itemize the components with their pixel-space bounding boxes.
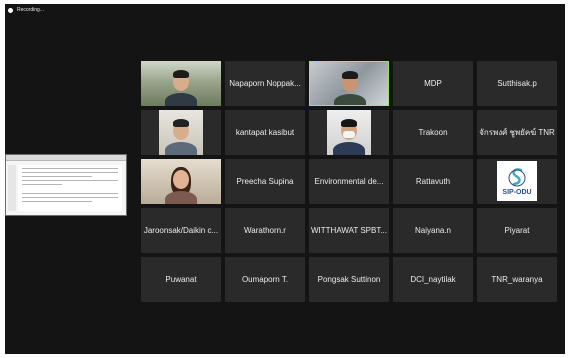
participant-tile[interactable]: DCI_naytilak — [393, 257, 473, 302]
participant-tile[interactable] — [141, 110, 221, 155]
participant-tile[interactable] — [309, 61, 389, 106]
participant-name: kantapat kasibut — [235, 128, 295, 137]
participant-video — [310, 62, 388, 105]
participant-tile[interactable]: Environmental de... — [309, 159, 389, 204]
participant-name: Rattavuth — [415, 177, 451, 186]
participant-tile[interactable]: Napaporn Noppak... — [225, 61, 305, 106]
participant-name: Preecha Supina — [236, 177, 294, 186]
participant-name: Puwanat — [165, 275, 197, 284]
participant-name: TNR_waranya — [491, 275, 543, 284]
shared-document — [18, 165, 122, 211]
recording-icon — [8, 7, 13, 13]
meeting-window: Recording... Napaporn Noppak... MDP Sutt… — [5, 4, 565, 354]
participant-tile[interactable]: Jaroonsak/Daikin c... — [141, 208, 221, 253]
participant-name: Piyarat — [504, 226, 530, 235]
participant-tile[interactable]: Oumaporn T. — [225, 257, 305, 302]
participant-tile[interactable]: Warathorn.r — [225, 208, 305, 253]
recording-indicator: Recording... — [8, 7, 44, 13]
participant-name: Environmental de... — [314, 177, 384, 186]
participant-name: MDP — [424, 79, 442, 88]
participant-name: Napaporn Noppak... — [229, 79, 301, 88]
participant-tile[interactable]: Sutthisak.p — [477, 61, 557, 106]
participant-name: Naiyana.n — [414, 226, 452, 235]
participant-tile[interactable]: Preecha Supina — [225, 159, 305, 204]
participant-name: Oumaporn T. — [241, 275, 289, 284]
participant-tile[interactable]: Trakoon — [393, 110, 473, 155]
participant-tile[interactable] — [141, 61, 221, 106]
shared-screen-toolbar — [6, 155, 126, 161]
participant-name: Pongsak Suttinon — [317, 275, 381, 284]
sip-odu-logo: SIP-ODU — [497, 161, 537, 201]
participant-tile[interactable]: จักรพงศ์ ชูพยัคฆ์ TNR — [477, 110, 557, 155]
participant-video — [309, 110, 389, 155]
participant-tile[interactable]: MDP — [393, 61, 473, 106]
participant-video — [141, 110, 221, 155]
participant-tile[interactable]: SIP-ODU — [477, 159, 557, 204]
participant-name: จักรพงศ์ ชูพยัคฆ์ TNR — [479, 128, 555, 137]
participant-name: Sutthisak.p — [497, 79, 537, 88]
participant-video — [141, 61, 221, 106]
participant-name: Warathorn.r — [244, 226, 286, 235]
participant-tile[interactable]: TNR_waranya — [477, 257, 557, 302]
participant-tile[interactable] — [309, 110, 389, 155]
participant-tile[interactable]: Rattavuth — [393, 159, 473, 204]
logo-mark-icon — [508, 167, 526, 186]
participant-name: Trakoon — [418, 128, 448, 137]
participant-name: Jaroonsak/Daikin c... — [143, 226, 219, 235]
participant-tile[interactable]: Puwanat — [141, 257, 221, 302]
participant-tile[interactable] — [141, 159, 221, 204]
shared-screen-thumbnail[interactable] — [5, 154, 127, 216]
shared-screen-sidebar — [8, 165, 16, 211]
logo-text: SIP-ODU — [502, 188, 532, 196]
participant-video — [141, 159, 221, 204]
participant-name: DCI_naytilak — [410, 275, 456, 284]
participant-tile[interactable]: WITTHAWAT SPBT... — [309, 208, 389, 253]
participant-tile[interactable]: Naiyana.n — [393, 208, 473, 253]
participant-tile[interactable]: Piyarat — [477, 208, 557, 253]
recording-label: Recording... — [17, 7, 44, 13]
participant-tile[interactable]: kantapat kasibut — [225, 110, 305, 155]
participant-tile[interactable]: Pongsak Suttinon — [309, 257, 389, 302]
participant-name: WITTHAWAT SPBT... — [311, 226, 387, 235]
